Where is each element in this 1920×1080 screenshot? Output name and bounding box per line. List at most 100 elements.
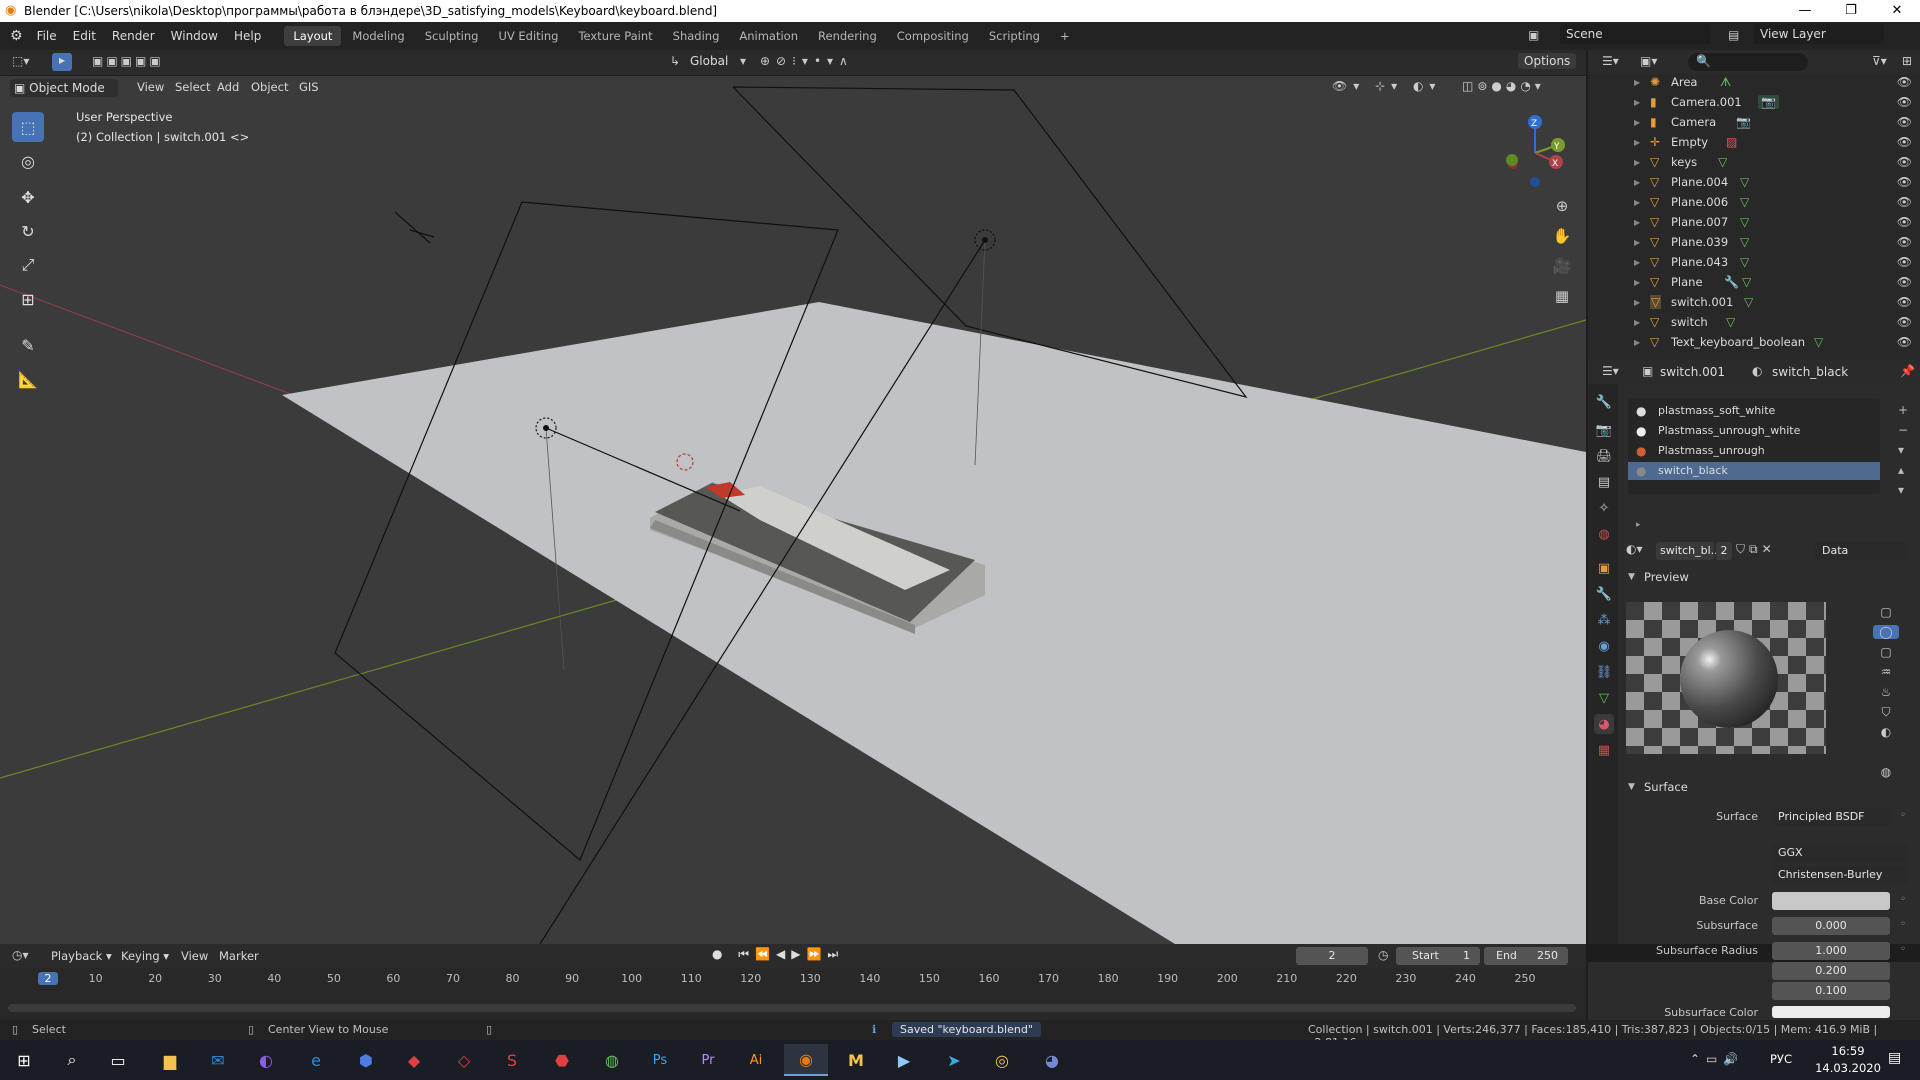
- file-explorer-icon[interactable]: ▆: [148, 1044, 192, 1076]
- add-workspace-icon[interactable]: +: [1051, 26, 1079, 46]
- eye-icon[interactable]: 👁: [1897, 115, 1912, 129]
- user-count[interactable]: 2: [1716, 542, 1732, 560]
- close-button[interactable]: ✕: [1874, 0, 1920, 22]
- app-s-icon[interactable]: S: [490, 1044, 534, 1076]
- outliner-editor-icon[interactable]: ☰▾: [1602, 54, 1619, 68]
- output-tab-icon[interactable]: 🖨: [1594, 446, 1614, 466]
- preview-type-icons[interactable]: ▢ ◯ ▢ ♒ ♨ ⛉ ◐ ◍: [1870, 602, 1902, 782]
- texture-tab-icon[interactable]: ▦: [1594, 740, 1614, 760]
- menu-window[interactable]: Window: [163, 29, 226, 43]
- outliner-item-switch001[interactable]: ▶ ▽ switch.001 ▽ 👁: [1588, 292, 1920, 312]
- scale-tool-icon[interactable]: ⤢: [12, 250, 44, 280]
- eye-icon[interactable]: 👁: [1897, 295, 1912, 309]
- eye-icon[interactable]: 👁: [1897, 195, 1912, 209]
- eye-icon[interactable]: 👁: [1897, 175, 1912, 189]
- outliner-item-plane039[interactable]: ▶ ▽ Plane.039 ▽ 👁: [1588, 232, 1920, 252]
- socket-icon[interactable]: ◦: [1900, 919, 1906, 930]
- tab-uv-editing[interactable]: UV Editing: [489, 26, 567, 46]
- blender-taskbar-icon[interactable]: ◉: [784, 1044, 828, 1076]
- slot-item[interactable]: ● Plastmass_unrough: [1628, 442, 1880, 460]
- menu-gis[interactable]: GIS: [292, 78, 326, 96]
- subsurface-method-selector[interactable]: Christensen-Burley: [1772, 866, 1908, 884]
- select-tool-icon[interactable]: ▸: [52, 53, 72, 71]
- playback-controls[interactable]: ● ⏮⏪◀▶⏩⏭: [712, 947, 844, 962]
- viewport-scene[interactable]: Z Y X: [0, 50, 1586, 944]
- socket-icon[interactable]: ◦: [1900, 810, 1906, 821]
- expand-icon[interactable]: ▶: [1634, 98, 1640, 107]
- visibility-gizmo-overlay-icons[interactable]: 👁▾ ⊹▾ ◐▾: [1332, 79, 1441, 93]
- outliner-item-plane007[interactable]: ▶ ▽ Plane.007 ▽ 👁: [1588, 212, 1920, 232]
- surface-shader-selector[interactable]: Principled BSDF: [1772, 808, 1892, 826]
- outliner-item-camera001[interactable]: ▶ ▮ Camera.001 📷 👁: [1588, 92, 1920, 112]
- tab-scripting[interactable]: Scripting: [980, 26, 1049, 46]
- physics-tab-icon[interactable]: ◉: [1594, 636, 1614, 656]
- expand-icon[interactable]: ▶: [1634, 118, 1640, 127]
- transform-tool-icon[interactable]: ⊞: [12, 284, 44, 314]
- material-tab-icon[interactable]: ◕: [1594, 714, 1614, 734]
- menu-view[interactable]: View: [130, 78, 171, 96]
- outliner-item-switch[interactable]: ▶ ▽ switch ▽ 👁: [1588, 312, 1920, 332]
- select-mode-icons[interactable]: ▣▣▣▣▣: [92, 54, 164, 68]
- menu-marker[interactable]: Marker: [212, 947, 266, 965]
- end-frame-field[interactable]: End 250: [1484, 947, 1568, 965]
- minimize-button[interactable]: —: [1782, 0, 1828, 22]
- tab-modeling[interactable]: Modeling: [343, 26, 413, 46]
- outliner-item-text-keyboard-boolean[interactable]: ▶ ▽ Text_keyboard_boolean ▽ 👁: [1588, 332, 1920, 352]
- eye-icon[interactable]: 👁: [1897, 335, 1912, 349]
- link-selector[interactable]: Data: [1814, 542, 1908, 560]
- expand-icon[interactable]: ▶: [1634, 158, 1640, 167]
- timeline-area[interactable]: 2 10 20 30 40 50 60 70 80 90 100 110 120 130 140 150 160…: [0, 968, 1586, 1020]
- language-indicator[interactable]: РУС: [1770, 1052, 1792, 1066]
- zoom-icon[interactable]: ⊕: [1548, 192, 1576, 220]
- menu-help[interactable]: Help: [226, 29, 269, 43]
- expand-icon[interactable]: ▶: [1634, 258, 1640, 267]
- expand-icon[interactable]: ▶: [1634, 198, 1640, 207]
- tab-layout[interactable]: Layout: [284, 26, 342, 46]
- app-shield-icon[interactable]: ⬢: [344, 1044, 388, 1076]
- slot-side-buttons[interactable]: + − ▾ ▴ ▾: [1898, 400, 1908, 500]
- slot-item[interactable]: ● plastmass_soft_white: [1628, 402, 1880, 420]
- outliner-item-empty[interactable]: ▶ ✛ Empty ▨ 👁: [1588, 132, 1920, 152]
- task-view-icon[interactable]: ▭: [96, 1044, 140, 1076]
- expand-icon[interactable]: ▸: [1636, 520, 1641, 530]
- eye-icon[interactable]: 👁: [1897, 155, 1912, 169]
- properties-editor-icon[interactable]: ☰▾: [1602, 364, 1619, 378]
- search-icon[interactable]: ⌕: [50, 1044, 94, 1076]
- telegram-icon[interactable]: ➤: [932, 1044, 976, 1076]
- 3d-viewport[interactable]: Z Y X ⬚▾ ▸ ▣▣▣▣▣ ↳ Global ▾ ⊕⊘⁝▾•▾∧ Opti…: [0, 50, 1586, 944]
- outliner-item-area[interactable]: ▶ ✺ Area ᗑ 👁: [1588, 72, 1920, 92]
- blender-menu-icon[interactable]: ⚙: [10, 28, 23, 44]
- display-mode-icon[interactable]: ▣▾: [1640, 54, 1657, 68]
- app-red-icon[interactable]: ◆: [392, 1044, 436, 1076]
- tab-rendering[interactable]: Rendering: [809, 26, 886, 46]
- view-layer-selector[interactable]: View Layer: [1754, 24, 1884, 44]
- clock-date[interactable]: 14.03.2020: [1810, 1061, 1886, 1075]
- select-box-tool-icon[interactable]: ⬚: [12, 112, 44, 142]
- maximize-button[interactable]: ❐: [1828, 0, 1874, 22]
- tab-sculpting[interactable]: Sculpting: [416, 26, 488, 46]
- rotate-tool-icon[interactable]: ↻: [12, 216, 44, 246]
- frame-ruler[interactable]: 2 10 20 30 40 50 60 70 80 90 100 110 120 130 140 150 160…: [0, 972, 1586, 988]
- tab-shading[interactable]: Shading: [664, 26, 729, 46]
- new-collection-icon[interactable]: ⊞: [1902, 54, 1912, 68]
- expand-icon[interactable]: ▶: [1634, 218, 1640, 227]
- subsurface-field[interactable]: 0.000: [1772, 917, 1890, 935]
- tab-texture-paint[interactable]: Texture Paint: [569, 26, 661, 46]
- outliner-item-plane004[interactable]: ▶ ▽ Plane.004 ▽ 👁: [1588, 172, 1920, 192]
- timeline-scrollbar[interactable]: [8, 1004, 1576, 1012]
- expand-icon[interactable]: ▶: [1634, 338, 1640, 347]
- measure-tool-icon[interactable]: 📐: [12, 364, 44, 394]
- outliner-item-plane006[interactable]: ▶ ▽ Plane.006 ▽ 👁: [1588, 192, 1920, 212]
- material-browse-icon[interactable]: ◐▾: [1626, 542, 1643, 556]
- cursor-tool-icon[interactable]: ◎: [12, 146, 44, 176]
- expand-icon[interactable]: ▶: [1634, 278, 1640, 287]
- menu-keying[interactable]: Keying ▾: [114, 947, 176, 965]
- distribution-selector[interactable]: GGX: [1772, 844, 1908, 862]
- surface-section-title[interactable]: Surface: [1644, 780, 1688, 794]
- eye-icon[interactable]: 👁: [1897, 135, 1912, 149]
- annotate-tool-icon[interactable]: ✎: [12, 330, 44, 360]
- pin-icon[interactable]: 📌: [1900, 364, 1915, 378]
- app-play-icon[interactable]: ▶: [882, 1044, 926, 1076]
- mail-icon[interactable]: ✉: [196, 1044, 240, 1076]
- editor-type-icon[interactable]: ⬚▾: [12, 54, 29, 68]
